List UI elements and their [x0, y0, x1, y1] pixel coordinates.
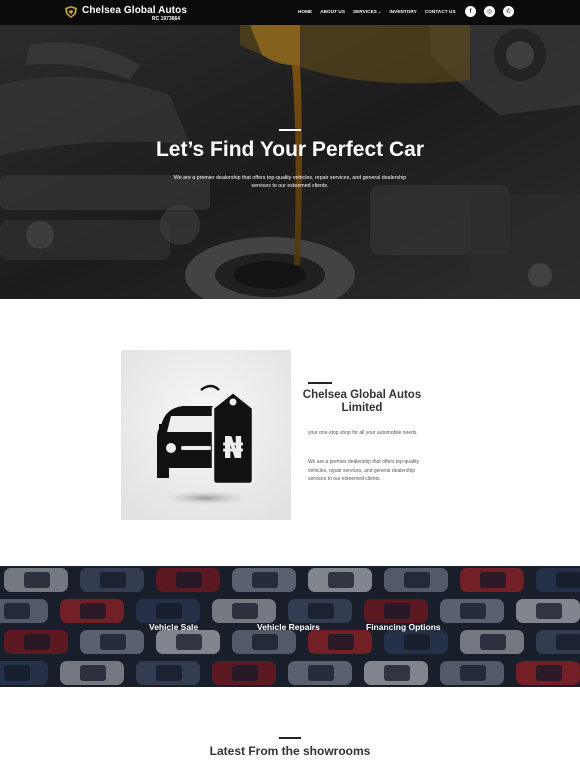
crest-icon — [65, 6, 77, 18]
about-car-price-tag-image: ₦ — [121, 350, 291, 520]
facebook-glyph: f — [469, 8, 472, 15]
chevron-down-icon: ⌄ — [377, 9, 382, 14]
hero-divider — [279, 129, 301, 131]
hero-subtitle: We are a premier dealership that offers … — [173, 175, 407, 189]
nav-item-services-label: SERVICES — [352, 9, 377, 14]
about-tagline: your one-stop shop for all your automobi… — [308, 430, 418, 436]
instagram-glyph: ◎ — [486, 8, 493, 15]
whatsapp-icon[interactable]: ✆ — [503, 6, 514, 17]
car-price-tag-icon: ₦ — [121, 350, 291, 520]
hero-banner: Let’s Find Your Perfect Car We are a pre… — [0, 25, 580, 299]
nav-item-inventory[interactable]: INVENTORY — [389, 9, 416, 14]
brand-name: Chelsea Global Autos — [82, 5, 187, 16]
naira-symbol: ₦ — [223, 431, 244, 466]
hero-title: Let’s Find Your Perfect Car — [155, 138, 424, 161]
latest-divider — [279, 737, 301, 739]
main-nav: HOME ABOUT US SERVICES⌄ INVENTORY CONTAC… — [298, 9, 456, 14]
service-vehicle-repairs[interactable]: Vehicle Repairs — [257, 622, 320, 632]
about-divider — [308, 382, 332, 384]
service-financing-options[interactable]: Financing Options — [366, 622, 441, 632]
nav-item-about-us[interactable]: ABOUT US — [320, 9, 345, 14]
brand-rc-number: RC 1973664 — [152, 16, 181, 22]
nav-item-home[interactable]: HOME — [298, 9, 312, 14]
social-links: f ◎ ✆ — [465, 6, 514, 17]
brand[interactable]: Chelsea Global Autos RC 1973664 — [64, 5, 187, 22]
facebook-icon[interactable]: f — [465, 6, 476, 17]
about-description: We are a premier dealership that offers … — [308, 459, 419, 482]
navbar: Chelsea Global Autos RC 1973664 HOME ABO… — [0, 0, 580, 25]
nav-item-contact-us[interactable]: CONTACT US — [425, 9, 456, 14]
nav-item-services[interactable]: SERVICES⌄ — [353, 9, 381, 14]
latest-section-title: Latest From the showrooms — [209, 744, 371, 758]
service-vehicle-sale[interactable]: Vehicle Sale — [149, 622, 198, 632]
instagram-icon[interactable]: ◎ — [484, 6, 495, 17]
whatsapp-glyph: ✆ — [505, 8, 512, 15]
about-title: Chelsea Global Autos Limited — [302, 389, 422, 414]
